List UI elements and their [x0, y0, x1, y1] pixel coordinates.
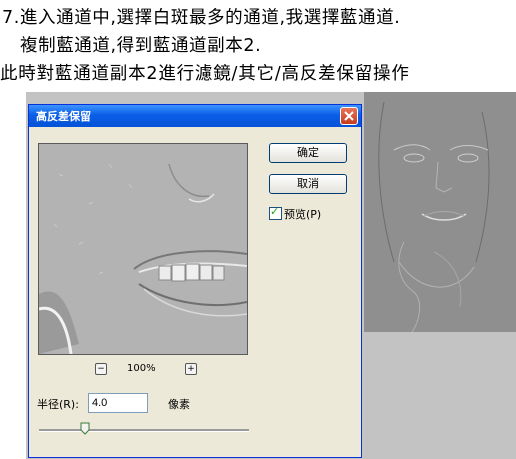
slider-thumb[interactable]	[80, 422, 90, 435]
checkmark-icon: ✓	[270, 205, 280, 218]
close-icon	[344, 111, 354, 121]
preview-image	[39, 144, 247, 354]
caption-line-3: 此時對藍通道副本2進行濾鏡/其它/高反差保留操作	[0, 64, 410, 84]
radius-input[interactable]	[88, 393, 148, 413]
preview-checkbox[interactable]: ✓ 预览(P)	[269, 205, 322, 222]
cancel-button[interactable]: 取消	[269, 174, 347, 194]
high-pass-portrait-image	[364, 92, 516, 332]
close-button[interactable]	[340, 107, 358, 125]
radius-slider[interactable]	[39, 422, 249, 435]
zoom-controls: − 100% +	[95, 363, 215, 377]
checkbox-box[interactable]: ✓	[269, 205, 282, 220]
radius-unit: 像素	[168, 398, 190, 411]
zoom-level: 100%	[127, 363, 156, 374]
dialog-titlebar[interactable]: 高反差保留	[29, 105, 361, 127]
filter-preview-pane[interactable]	[38, 143, 248, 355]
preview-label: 预览(P)	[284, 208, 322, 221]
dialog-title: 高反差保留	[36, 110, 91, 123]
caption-line-1: 7.進入通道中,選擇白斑最多的通道,我選擇藍通道.	[2, 8, 401, 28]
document-image-preview	[364, 92, 516, 332]
zoom-out-button[interactable]: −	[95, 363, 107, 375]
caption-line-2: 複制藍通道,得到藍通道副本2.	[20, 36, 262, 56]
ok-button[interactable]: 确定	[269, 143, 347, 163]
radius-label: 半径(R):	[37, 398, 79, 411]
high-pass-dialog: 高反差保留 确定 取消 ✓ 预览(P) − 100% + 半径(R): 4.0 …	[28, 104, 362, 458]
zoom-in-button[interactable]: +	[185, 363, 197, 375]
